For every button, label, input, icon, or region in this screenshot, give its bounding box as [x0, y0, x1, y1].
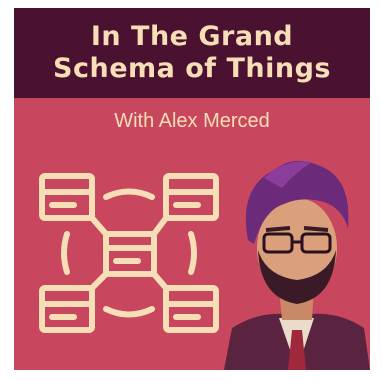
host-portrait-illustration	[224, 160, 370, 370]
subtitle: With Alex Merced	[114, 110, 270, 132]
schema-diagram-icon	[39, 173, 219, 333]
title-line-2: Schema of Things	[53, 53, 331, 84]
title-band: In The Grand Schema of Things	[14, 8, 370, 98]
podcast-cover: In The Grand Schema of Things With Alex …	[14, 8, 370, 370]
title-line-1: In The Grand	[90, 21, 294, 52]
